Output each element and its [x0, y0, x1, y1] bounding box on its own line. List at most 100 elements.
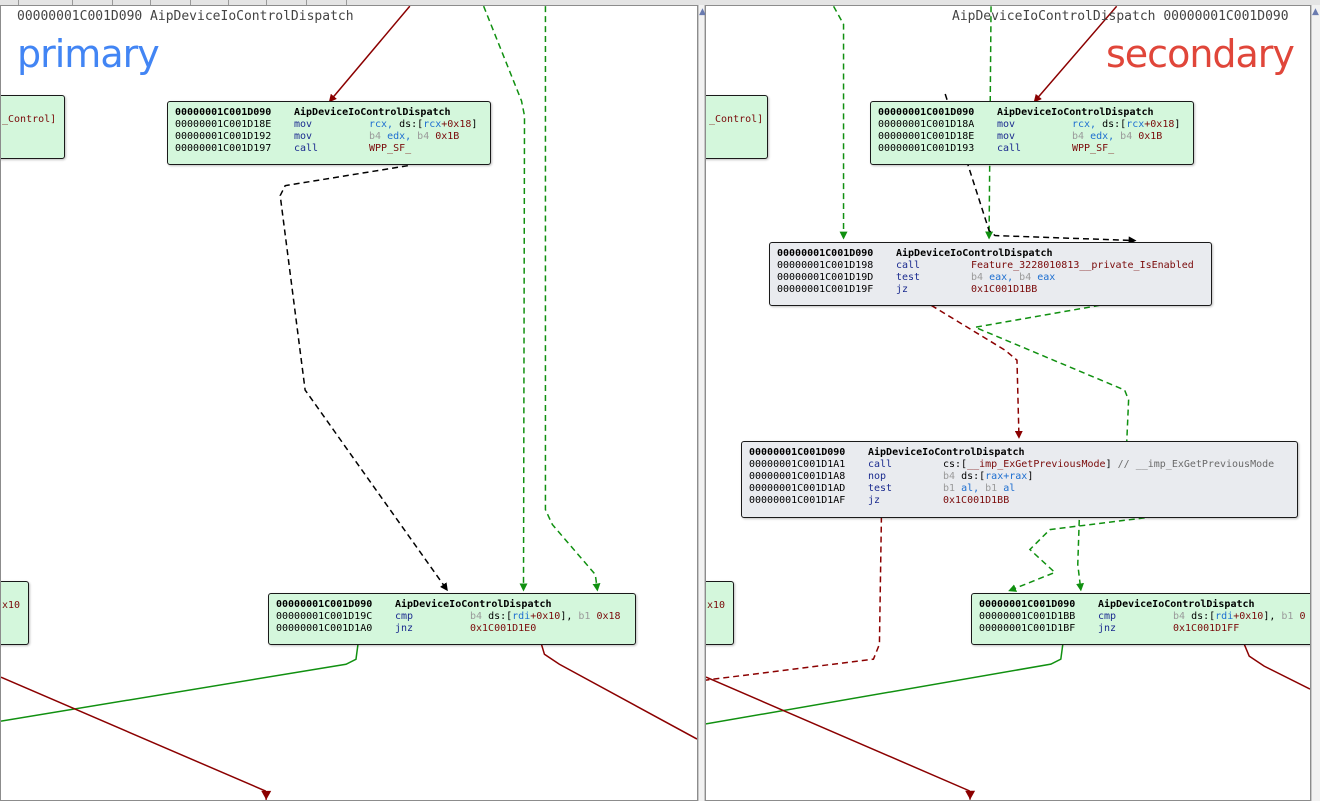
instruction-row[interactable]: 00000001C001D197 call WPP_SF_	[175, 143, 483, 155]
instruction-address: 00000001C001D19C	[276, 611, 373, 622]
instruction-row[interactable]: 00000001C001D1BF jnz 0x1C001D1FF	[979, 623, 1310, 635]
node-address: 00000001C001D090	[979, 599, 1076, 610]
instruction-row[interactable]: 00000001C001D198 call Feature_3228010813…	[777, 260, 1204, 272]
node-function-name: AipDeviceIoControlDispatch	[868, 447, 1025, 458]
node-function-name: AipDeviceIoControlDispatch	[294, 107, 451, 118]
primary-graph-pane[interactable]: 00000001C001D090 AipDeviceIoControlDispa…	[0, 5, 698, 801]
edge-red-arrowhead-1	[965, 790, 976, 800]
instruction-row[interactable]: 00000001C001D192 mov b4 edx, b4 0x1B	[175, 131, 483, 143]
edge-green-dashed-1	[482, 6, 528, 592]
basic-block-node-b[interactable]: 00000001C001D090 AipDeviceIoControlDispat…	[268, 593, 636, 645]
instruction-row[interactable]: 00000001C001D193 call WPP_SF_	[878, 143, 1186, 155]
instruction-mnemonic: mov	[294, 131, 313, 142]
instruction-row[interactable]: 00000001C001D1A8 nop b4 ds:[rax+rax]	[749, 471, 1290, 483]
instruction-address: 00000001C001D198	[777, 260, 874, 271]
operand-target: WPP_SF_	[369, 143, 412, 154]
partial-node-bottom[interactable]: x10	[1, 581, 29, 645]
partial-node-top[interactable]: _Control]	[706, 95, 768, 159]
operand-size-prefix: b1	[943, 483, 956, 494]
operand-register: al	[997, 483, 1016, 494]
partial-node-bottom[interactable]: x10	[706, 581, 734, 645]
operand-register: edx,	[1084, 131, 1115, 142]
basic-block-node-a[interactable]: 00000001C001D090 AipDeviceIoControlDispat…	[167, 101, 491, 165]
instruction-address: 00000001C001D1AD	[749, 483, 846, 494]
operand-size-prefix: b4	[971, 272, 984, 283]
operand-segment: cs:[	[943, 459, 968, 470]
edge-green-solid	[706, 644, 1064, 725]
operand-offset: +0x18	[1144, 119, 1175, 130]
node-function-name: AipDeviceIoControlDispatch	[395, 599, 552, 610]
instruction-row[interactable]: 00000001C001D18E mov b4 edx, b4 0x1B	[878, 131, 1186, 143]
secondary-graph-pane[interactable]: AipDeviceIoControlDispatch 00000001C001D…	[705, 5, 1311, 801]
instruction-address: 00000001C001D1A8	[749, 471, 846, 482]
edge-green-solid	[1, 644, 359, 722]
operand-size-prefix: b1	[572, 611, 591, 622]
node-function-name: AipDeviceIoControlDispatch	[997, 107, 1154, 118]
instruction-address: 00000001C001D1A0	[276, 623, 373, 634]
instruction-row[interactable]: 00000001C001D19F jz 0x1C001D1BB	[777, 284, 1204, 296]
operand-bracket: ]	[1027, 471, 1034, 482]
node-address: 00000001C001D090	[276, 599, 373, 610]
node-address: 00000001C001D090	[777, 248, 874, 259]
edge-green-dashed-1	[832, 6, 848, 240]
node-address: 00000001C001D090	[175, 107, 272, 118]
instruction-address: 00000001C001D1A1	[749, 459, 846, 470]
operand-size-prefix: b1	[1275, 611, 1294, 622]
edge-green-dashed-4	[1008, 515, 1155, 592]
node-address: 00000001C001D090	[878, 107, 975, 118]
node-function-name: AipDeviceIoControlDispatch	[1098, 599, 1255, 610]
basic-block-node-d[interactable]: 00000001C001D090 AipDeviceIoControlDispat…	[741, 441, 1298, 518]
operand-size-prefix: b4	[1173, 611, 1186, 622]
edge-red-arrowhead-1	[261, 790, 272, 800]
edge-red-dashed-1	[930, 304, 1023, 439]
instruction-row[interactable]: 00000001C001D18A mov rcx, ds:[rcx+0x18]	[878, 119, 1186, 131]
operand-bracket: ]	[471, 119, 478, 130]
operand-register: rax+rax	[985, 471, 1028, 482]
instruction-address: 00000001C001D19D	[777, 272, 874, 283]
instruction-row[interactable]: 00000001C001D1A1 call cs:[__imp_ExGetPre…	[749, 459, 1290, 471]
scroll-up-arrow-icon[interactable]: ▲	[1312, 7, 1319, 17]
operand-register: rcx	[423, 119, 442, 130]
operand-immediate: 0x18	[590, 611, 621, 622]
instruction-row[interactable]: 00000001C001D1AF jz 0x1C001D1BB	[749, 495, 1290, 507]
instruction-mnemonic: call	[997, 143, 1022, 154]
edge-red-solid-2	[1243, 643, 1310, 690]
partial-node-top-label: _Control]	[2, 114, 57, 125]
operand-register: al,	[955, 483, 980, 494]
partial-node-top[interactable]: _Control]	[1, 95, 65, 159]
operand-offset: +0x10	[1233, 611, 1264, 622]
operand-target: 0x1C001D1FF	[1173, 623, 1240, 634]
operand-segment: ds:[	[393, 119, 424, 130]
instruction-mnemonic: call	[868, 459, 893, 470]
instruction-row[interactable]: 00000001C001D18E mov rcx, ds:[rcx+0x18]	[175, 119, 483, 131]
operand-size-prefix: b1	[979, 483, 998, 494]
operand-bracket: ],	[560, 611, 573, 622]
instruction-mnemonic: jz	[896, 284, 909, 295]
node-address: 00000001C001D090	[749, 447, 846, 458]
edge-red-solid-2	[540, 644, 697, 740]
operand-target: WPP_SF_	[1072, 143, 1115, 154]
edge-black-dashed	[279, 164, 448, 592]
instruction-row[interactable]: 00000001C001D19C cmp b4 ds:[rdi+0x10], b…	[276, 611, 628, 623]
operand-segment: ds:[	[482, 611, 513, 622]
vertical-scrollbar[interactable]: ▲	[1311, 5, 1320, 801]
instruction-row[interactable]: 00000001C001D19D test b4 eax, b4 eax	[777, 272, 1204, 284]
instruction-mnemonic: cmp	[395, 611, 414, 622]
operand-register: rcx,	[369, 119, 394, 130]
instruction-mnemonic: jnz	[1098, 623, 1117, 634]
basic-block-node-a[interactable]: 00000001C001D090 AipDeviceIoControlDispat…	[870, 101, 1194, 165]
instruction-comment: // __imp_ExGetPreviousMode	[1111, 459, 1275, 470]
operand-target: 0x1C001D1BB	[943, 495, 1010, 506]
instruction-row[interactable]: 00000001C001D1BB cmp b4 ds:[rdi+0x10], b…	[979, 611, 1310, 623]
edge-green-dashed-2	[544, 6, 601, 592]
instruction-address: 00000001C001D18E	[175, 119, 272, 130]
instruction-address: 00000001C001D193	[878, 143, 975, 154]
basic-block-node-b[interactable]: 00000001C001D090 AipDeviceIoControlDispat…	[971, 593, 1310, 645]
pane-splitter[interactable]: ▲	[698, 5, 706, 801]
edge-red-solid-1	[1, 676, 267, 800]
instruction-mnemonic: nop	[868, 471, 887, 482]
basic-block-node-c[interactable]: 00000001C001D090 AipDeviceIoControlDispat…	[769, 242, 1212, 306]
edge-red-solid-1	[706, 676, 971, 800]
instruction-row[interactable]: 00000001C001D1A0 jnz 0x1C001D1E0	[276, 623, 628, 635]
instruction-row[interactable]: 00000001C001D1AD test b1 al, b1 al	[749, 483, 1290, 495]
